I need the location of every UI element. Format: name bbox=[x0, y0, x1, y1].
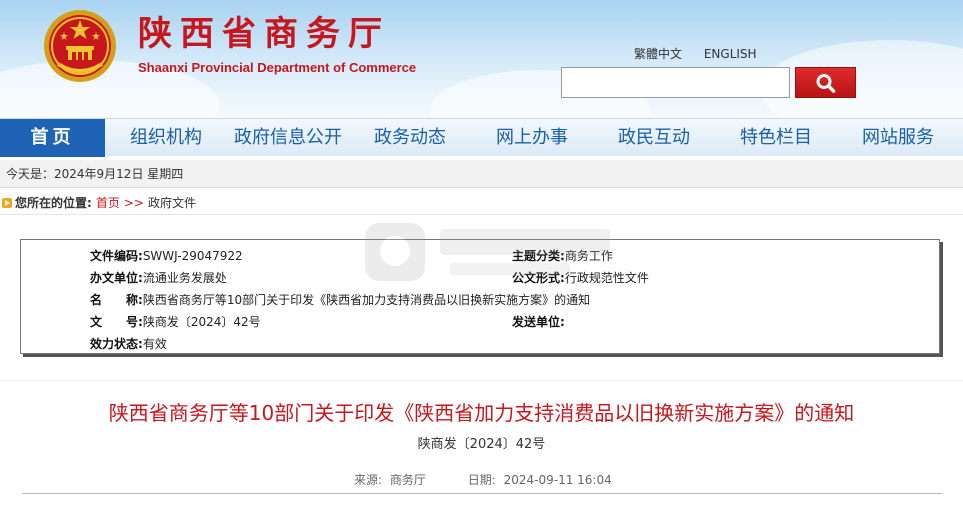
category-value: 商务工作 bbox=[564, 249, 613, 263]
date-bar: 今天是：2024年9月12日 星期四 bbox=[0, 160, 963, 188]
site-header: 陕西省商务厅 Shaanxi Provincial Department of … bbox=[0, 0, 963, 118]
source-label: 来源: bbox=[354, 473, 383, 487]
article-meta: 来源: 商务厅 日期: 2024-09-11 16:04 bbox=[354, 472, 616, 488]
national-emblem-icon[interactable] bbox=[42, 8, 118, 84]
document-info-box: 文件编码:SWWJ-29047922 办文单位:流通业务发展处 名 称:陕西省商… bbox=[20, 239, 940, 354]
breadcrumb-current[interactable]: 政府文件 bbox=[148, 196, 196, 210]
site-title-en[interactable]: Shaanxi Provincial Department of Commerc… bbox=[138, 60, 416, 76]
nav-item-online-service[interactable]: 网上办事 bbox=[480, 119, 584, 157]
date-label: 日期: bbox=[467, 473, 496, 487]
search-input[interactable] bbox=[561, 67, 790, 98]
traditional-chinese-link[interactable]: 繁體中文 bbox=[634, 47, 682, 61]
category-row: 主题分类:商务工作 bbox=[512, 248, 613, 264]
office-row: 办文单位:流通业务发展处 bbox=[90, 270, 227, 286]
name-row: 名 称:陕西省商务厅等10部门关于印发《陕西省加力支持消费品以旧换新实施方案》的… bbox=[90, 292, 590, 308]
nav-item-featured[interactable]: 特色栏目 bbox=[724, 119, 828, 157]
breadcrumb-home-link[interactable]: 首页 bbox=[96, 196, 120, 210]
name-value: 陕西省商务厅等10部门关于印发《陕西省加力支持消费品以旧换新实施方案》的通知 bbox=[142, 293, 591, 307]
search-button[interactable] bbox=[795, 67, 856, 98]
main-nav: 首页 组织机构 政府信息公开 政务动态 网上办事 政民互动 特色栏目 网站服务 bbox=[0, 118, 963, 157]
public-label: 公文形式: bbox=[512, 271, 565, 285]
doc-code-label: 文件编码: bbox=[90, 249, 143, 263]
site-title-cn[interactable]: 陕西省商务厅 bbox=[138, 14, 390, 54]
public-row: 公文形式:行政规范性文件 bbox=[512, 270, 649, 286]
article-divider bbox=[22, 493, 942, 494]
nav-item-gov-info[interactable]: 政府信息公开 bbox=[224, 119, 352, 157]
date-value: 2024-09-11 16:04 bbox=[503, 473, 612, 487]
category-label: 主题分类: bbox=[512, 249, 565, 263]
status-value: 有效 bbox=[142, 337, 167, 351]
article-title: 陕西省商务厅等10部门关于印发《陕西省加力支持消费品以旧换新实施方案》的通知 bbox=[108, 401, 855, 425]
number-label: 文 号: bbox=[90, 315, 143, 329]
header-cloud bbox=[760, 40, 963, 118]
search-icon bbox=[816, 74, 836, 93]
number-value: 陕商发〔2024〕42号 bbox=[142, 315, 261, 329]
article-doc-number: 陕商发〔2024〕42号 bbox=[417, 437, 546, 452]
nav-item-interaction[interactable]: 政民互动 bbox=[602, 119, 706, 157]
number-row: 文 号:陕商发〔2024〕42号 bbox=[90, 314, 261, 330]
english-link[interactable]: ENGLISH bbox=[704, 47, 757, 61]
status-label: 效力状态: bbox=[90, 337, 143, 351]
public-value: 行政规范性文件 bbox=[564, 271, 649, 285]
office-value: 流通业务发展处 bbox=[142, 271, 227, 285]
nav-item-organization[interactable]: 组织机构 bbox=[112, 119, 220, 157]
name-label: 名 称: bbox=[90, 293, 143, 307]
nav-item-gov-news[interactable]: 政务动态 bbox=[358, 119, 462, 157]
doc-code-value: SWWJ-29047922 bbox=[142, 249, 243, 263]
breadcrumb: 您所在的位置: 首页 >> 政府文件 bbox=[0, 191, 963, 215]
language-links: 繁體中文 ENGLISH bbox=[634, 47, 775, 61]
breadcrumb-label: 您所在的位置: bbox=[15, 196, 92, 210]
doc-code-row: 文件编码:SWWJ-29047922 bbox=[90, 248, 243, 264]
nav-item-home[interactable]: 首页 bbox=[0, 119, 105, 157]
section-divider bbox=[0, 380, 963, 381]
sender-label: 发送单位: bbox=[512, 315, 565, 329]
source-value: 商务厅 bbox=[389, 473, 426, 487]
sender-row: 发送单位: bbox=[512, 314, 565, 330]
status-row: 效力状态:有效 bbox=[90, 336, 167, 352]
nav-item-site-service[interactable]: 网站服务 bbox=[846, 119, 950, 157]
breadcrumb-separator: >> bbox=[123, 196, 144, 210]
office-label: 办文单位: bbox=[90, 271, 143, 285]
location-arrow-icon bbox=[2, 198, 12, 208]
